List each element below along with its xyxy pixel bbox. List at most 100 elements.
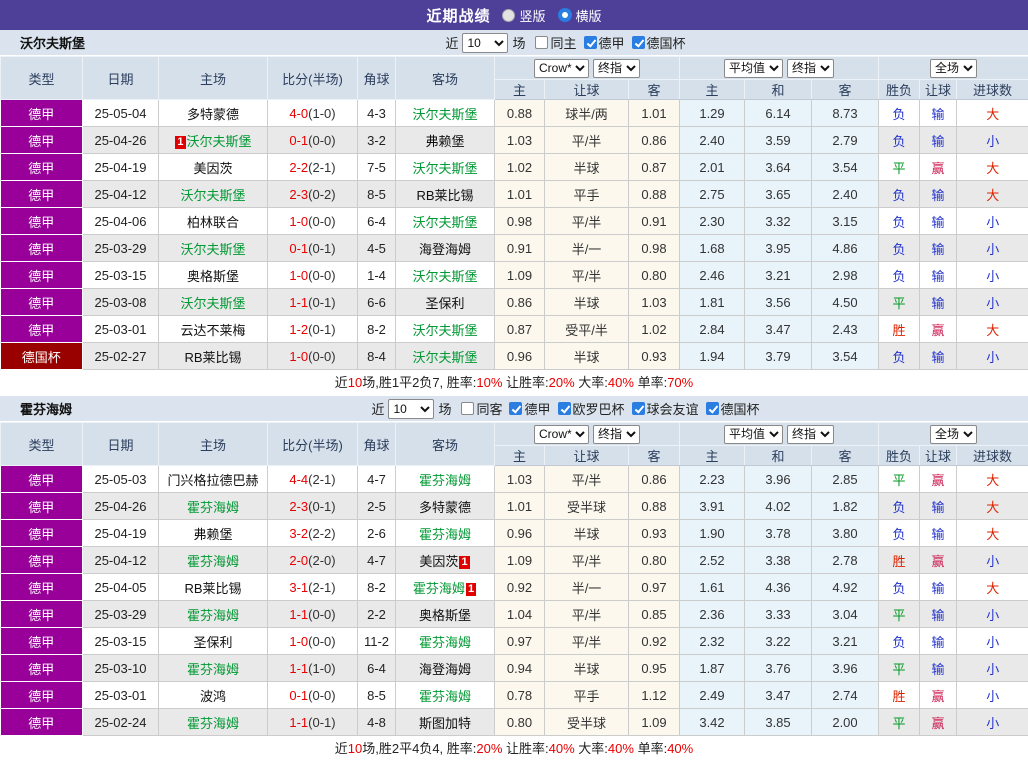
avg-away-odds: 3.04: [812, 601, 879, 628]
score-cell: 4-0(1-0): [268, 100, 358, 127]
result-outcome: 胜: [879, 316, 920, 343]
handicap-line: 半球: [545, 154, 629, 181]
home-team-cell: 沃尔夫斯堡: [159, 289, 268, 316]
summary-segment: 40%: [549, 741, 575, 756]
average-time-select[interactable]: 终指: [787, 59, 834, 78]
handicap-away-odds: 1.12: [629, 682, 680, 709]
handicap-home-odds: 0.80: [495, 709, 545, 736]
avg-home-odds: 1.61: [680, 574, 745, 601]
league-dfb-pokal-checkbox[interactable]: [632, 36, 645, 49]
sub-header-handicap-away: 客: [629, 80, 680, 100]
handicap-home-odds: 1.09: [495, 262, 545, 289]
average-source-select[interactable]: 平均值: [724, 425, 783, 444]
avg-away-odds: 8.73: [812, 100, 879, 127]
away-team-cell: 圣保利: [396, 289, 495, 316]
bookmaker-select[interactable]: Crow*: [534, 59, 589, 78]
avg-home-odds: 1.68: [680, 235, 745, 262]
average-time-select[interactable]: 终指: [787, 425, 834, 444]
sub-header-outcome: 胜负: [879, 80, 920, 100]
handicap-away-odds: 0.86: [629, 127, 680, 154]
handicap-time-select[interactable]: 终指: [593, 425, 640, 444]
col-header-date: 日期: [83, 57, 159, 100]
score-cell: 1-0(0-0): [268, 628, 358, 655]
sub-header-handicap-away: 客: [629, 446, 680, 466]
league-dfb-pokal-checkbox-wrap[interactable]: 德国杯: [632, 33, 686, 52]
result-handicap: 输: [920, 343, 957, 370]
match-row: 德甲25-03-29沃尔夫斯堡0-1(0-1)4-5海登海姆0.91半/一0.9…: [1, 235, 1028, 262]
team-name-text: RB莱比锡: [184, 581, 241, 596]
average-source-select[interactable]: 平均值: [724, 59, 783, 78]
team-name-text: 圣保利: [425, 296, 464, 311]
handicap-home-odds: 1.09: [495, 547, 545, 574]
result-scope-select[interactable]: 全场: [930, 425, 977, 444]
page-title: 近期战绩: [426, 5, 490, 26]
sub-header-avg-home: 主: [680, 446, 745, 466]
league-cell: 德甲: [1, 655, 83, 682]
team-name-text: 奥格斯堡: [187, 269, 239, 284]
result-handicap: 赢: [920, 316, 957, 343]
avg-home-odds: 1.94: [680, 343, 745, 370]
score-cell: 0-1(0-1): [268, 235, 358, 262]
away-team-cell: 海登海姆: [396, 655, 495, 682]
league-europa-checkbox-wrap[interactable]: 欧罗巴杯: [558, 399, 625, 418]
league-friendly-checkbox[interactable]: [632, 402, 645, 415]
league-bundesliga-checkbox-wrap[interactable]: 德甲: [584, 33, 625, 52]
date-cell: 25-04-19: [83, 154, 159, 181]
average-odds-group-header: 平均值终指: [680, 57, 879, 80]
handicap-line: 受平/半: [545, 316, 629, 343]
radio-button-icon[interactable]: [502, 9, 515, 22]
league-cell: 德国杯: [1, 343, 83, 370]
league-bundesliga-checkbox[interactable]: [584, 36, 597, 49]
league-europa-checkbox[interactable]: [558, 402, 571, 415]
date-cell: 25-04-19: [83, 520, 159, 547]
league-dfb-pokal-checkbox[interactable]: [706, 402, 719, 415]
home-team-cell: 圣保利: [159, 628, 268, 655]
result-outcome: 负: [879, 343, 920, 370]
games-count-select[interactable]: 10: [388, 399, 434, 419]
summary-segment: 场,胜1平2负7, 胜率:: [362, 375, 476, 390]
horizontal-layout-radio[interactable]: 横版: [558, 6, 602, 25]
col-header-away: 客场: [396, 57, 495, 100]
team-name-text: 霍芬海姆: [419, 527, 471, 542]
result-scope-select[interactable]: 全场: [930, 59, 977, 78]
result-handicap: 输: [920, 127, 957, 154]
home-team-cell: 门兴格拉德巴赫: [159, 466, 268, 493]
league-friendly-checkbox-wrap[interactable]: 球会友谊: [632, 399, 699, 418]
same-home-checkbox[interactable]: [535, 36, 548, 49]
sub-header-handicap-result: 让球: [920, 446, 957, 466]
league-dfb-pokal-checkbox-wrap[interactable]: 德国杯: [706, 399, 760, 418]
avg-home-odds: 3.42: [680, 709, 745, 736]
league-bundesliga-checkbox[interactable]: [509, 402, 522, 415]
fulltime-score: 2-2: [289, 160, 308, 175]
handicap-away-odds: 1.01: [629, 100, 680, 127]
avg-away-odds: 3.21: [812, 628, 879, 655]
league-bundesliga-checkbox-wrap[interactable]: 德甲: [509, 399, 550, 418]
league-dfb-pokal-checkbox-label: 德国杯: [647, 33, 686, 52]
radio-button-icon[interactable]: [558, 8, 572, 22]
handicap-time-select[interactable]: 终指: [593, 59, 640, 78]
result-outcome: 负: [879, 520, 920, 547]
avg-draw-odds: 3.96: [745, 466, 812, 493]
result-goals: 大: [957, 520, 1028, 547]
handicap-line: 半球: [545, 289, 629, 316]
match-row: 德甲25-04-261沃尔夫斯堡0-1(0-0)3-2弗赖堡1.03平/半0.8…: [1, 127, 1028, 154]
team-name-text: 海登海姆: [419, 662, 471, 677]
same-away-checkbox-wrap[interactable]: 同客: [461, 399, 502, 418]
date-cell: 25-04-05: [83, 574, 159, 601]
team-name-text: 沃尔夫斯堡: [412, 107, 477, 122]
bookmaker-select[interactable]: Crow*: [534, 425, 589, 444]
games-count-select[interactable]: 10: [462, 33, 508, 53]
result-handicap: 输: [920, 235, 957, 262]
score-cell: 3-1(2-1): [268, 574, 358, 601]
handicap-line: 平/半: [545, 628, 629, 655]
team-name-text: 美因茨: [419, 554, 458, 569]
home-team-cell: 沃尔夫斯堡: [159, 235, 268, 262]
result-outcome: 平: [879, 154, 920, 181]
team-name-text: 霍芬海姆: [187, 662, 239, 677]
corner-cell: 8-2: [358, 316, 396, 343]
same-home-checkbox-wrap[interactable]: 同主: [535, 33, 576, 52]
vertical-layout-radio[interactable]: 竖版: [502, 6, 545, 25]
same-away-checkbox[interactable]: [461, 402, 474, 415]
avg-draw-odds: 3.56: [745, 289, 812, 316]
handicap-line: 平/半: [545, 262, 629, 289]
